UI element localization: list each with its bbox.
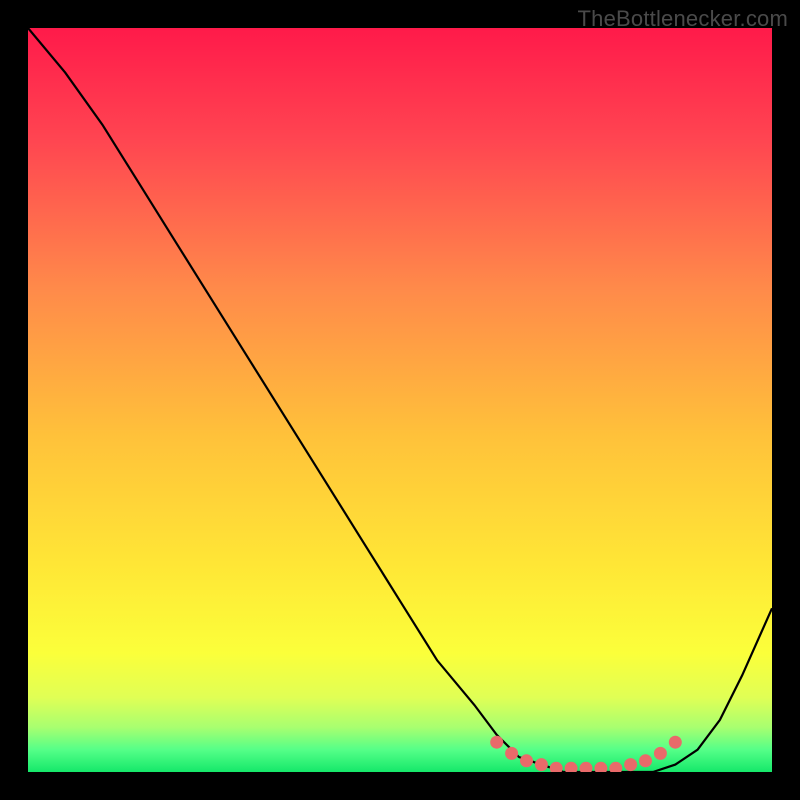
plot-area: [28, 28, 772, 772]
optimal-markers-group: [490, 736, 682, 772]
optimal-marker: [550, 762, 563, 772]
optimal-marker: [639, 754, 652, 767]
chart-container: TheBottlenecker.com: [0, 0, 800, 800]
optimal-marker: [609, 762, 622, 772]
optimal-marker: [580, 762, 593, 772]
optimal-marker: [490, 736, 503, 749]
optimal-marker: [654, 747, 667, 760]
optimal-marker: [565, 762, 578, 772]
watermark-text: TheBottlenecker.com: [578, 6, 788, 32]
optimal-marker: [594, 762, 607, 772]
optimal-marker: [505, 747, 518, 760]
curve-layer: [28, 28, 772, 772]
optimal-marker: [624, 758, 637, 771]
optimal-marker: [669, 736, 682, 749]
optimal-marker: [535, 758, 548, 771]
bottleneck-curve-path: [28, 28, 772, 772]
optimal-marker: [520, 754, 533, 767]
